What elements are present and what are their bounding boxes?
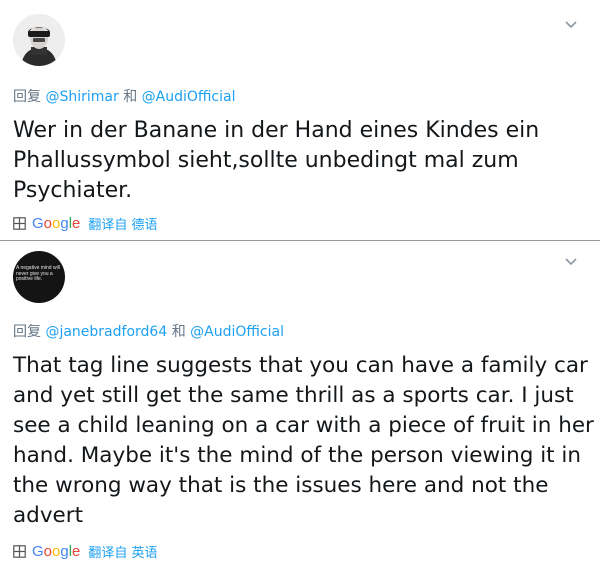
tweet-card: 回复 @Shirimar 和 @AudiOfficial Wer in der … (0, 0, 600, 240)
avatar[interactable]: A negative mind will never give you a po… (13, 251, 65, 303)
reply-and: 和 (171, 324, 186, 340)
translate-link[interactable]: 翻译自 英语 (88, 542, 157, 561)
reply-context: 回复 @janebradford64 和 @AudiOfficial (13, 321, 284, 341)
mention-link[interactable]: @Shirimar (45, 89, 118, 105)
tweet-text: That tag line suggests that you can have… (13, 353, 594, 528)
mention-link[interactable]: @AudiOfficial (190, 324, 284, 340)
google-logo: Google (32, 215, 81, 232)
chevron-down-icon[interactable] (564, 20, 578, 30)
reply-context: 回复 @Shirimar 和 @AudiOfficial (13, 86, 235, 106)
tweet-text: Wer in der Banane in der Hand eines Kind… (13, 118, 540, 203)
google-logo: Google (32, 543, 81, 560)
mention-link[interactable]: @janebradford64 (45, 324, 167, 340)
translate-row: Google 翻译自 英语 (13, 542, 158, 561)
translate-row: Google 翻译自 德语 (13, 214, 158, 233)
mention-link[interactable]: @AudiOfficial (142, 89, 236, 105)
grid-icon (13, 545, 26, 558)
tweet-card: A negative mind will never give you a po… (0, 240, 600, 566)
avatar[interactable] (13, 14, 65, 66)
reply-prefix: 回复 (13, 89, 41, 105)
chevron-down-icon[interactable] (564, 257, 578, 267)
avatar-caption: A negative mind will never give you a po… (16, 265, 60, 282)
grid-icon (13, 217, 26, 230)
avatar-photo-icon (13, 14, 65, 66)
translate-link[interactable]: 翻译自 德语 (88, 214, 157, 233)
reply-and: 和 (123, 89, 138, 105)
reply-prefix: 回复 (13, 324, 41, 340)
